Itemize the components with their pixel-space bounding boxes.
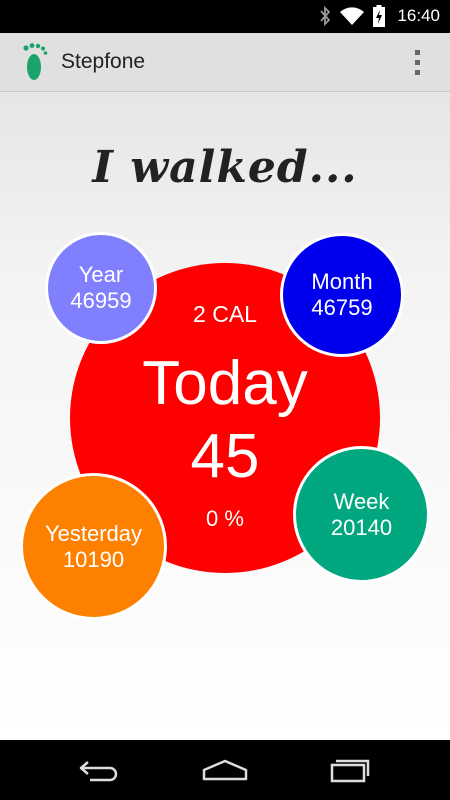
footprint-icon[interactable] bbox=[22, 42, 48, 82]
yesterday-label: Yesterday bbox=[44, 520, 143, 546]
bluetooth-icon bbox=[320, 6, 331, 26]
recents-button[interactable] bbox=[326, 754, 374, 786]
year-value: 46959 bbox=[70, 288, 132, 313]
battery-charging-icon bbox=[373, 5, 386, 27]
back-icon bbox=[79, 761, 118, 782]
home-icon bbox=[202, 759, 248, 781]
year-circle[interactable]: Year 46959 bbox=[45, 232, 157, 344]
yesterday-value: 10190 bbox=[62, 546, 125, 572]
navigation-bar bbox=[0, 740, 450, 800]
status-icons: 16:40 bbox=[319, 5, 440, 27]
recents-icon bbox=[330, 759, 370, 783]
month-label: Month bbox=[311, 269, 373, 294]
yesterday-circle[interactable]: Yesterday 10190 bbox=[20, 473, 167, 620]
month-value: 46759 bbox=[311, 295, 373, 320]
status-bar: 16:40 bbox=[0, 0, 450, 33]
headline: I walked... bbox=[92, 142, 358, 193]
home-button[interactable] bbox=[201, 754, 249, 786]
app-title: Stepfone bbox=[61, 50, 146, 73]
today-label: Today bbox=[142, 349, 308, 418]
status-time: 16:40 bbox=[397, 6, 440, 25]
week-circle[interactable]: Week 20140 bbox=[293, 446, 430, 583]
year-label: Year bbox=[78, 262, 124, 287]
back-button[interactable] bbox=[76, 754, 124, 786]
week-value: 20140 bbox=[330, 514, 393, 540]
wifi-icon bbox=[340, 7, 365, 25]
app-bar: Stepfone bbox=[0, 33, 450, 92]
main-content: I walked... 2 CAL Today 45 0 % Year 4695… bbox=[0, 92, 450, 740]
week-label: Week bbox=[333, 488, 390, 514]
overflow-menu-icon[interactable] bbox=[412, 47, 422, 77]
month-circle[interactable]: Month 46759 bbox=[280, 233, 404, 357]
